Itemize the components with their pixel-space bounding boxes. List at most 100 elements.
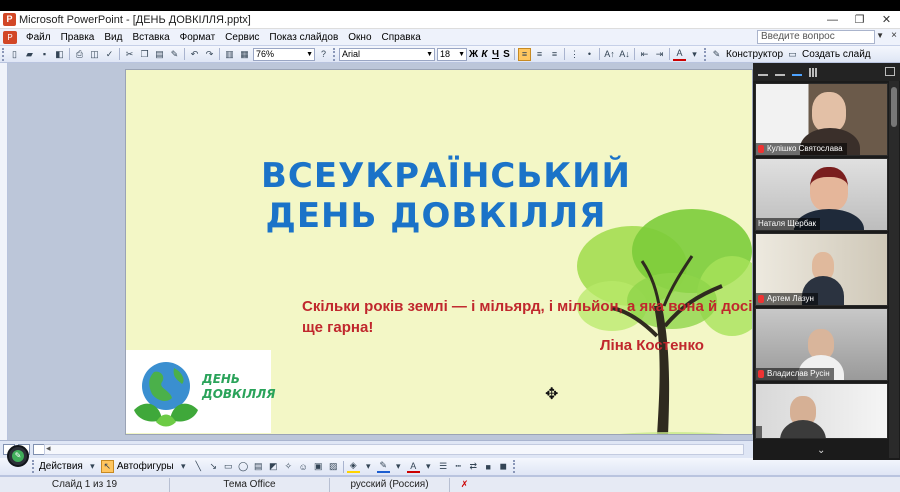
actions-menu[interactable]: Действия xyxy=(39,461,83,472)
paste-icon[interactable]: ▤ xyxy=(153,48,166,61)
menu-tools[interactable]: Сервис xyxy=(220,32,264,43)
designer-button[interactable]: Конструктор xyxy=(726,49,783,60)
chevron-down-icon[interactable]: ▾ xyxy=(362,460,375,473)
menu-insert[interactable]: Вставка xyxy=(127,32,174,43)
chevron-down-icon[interactable]: ▾ xyxy=(688,48,701,61)
font-size-select[interactable]: 18 ▼ xyxy=(437,47,467,61)
toolbar-grip[interactable] xyxy=(2,47,5,61)
redo-icon[interactable]: ↷ xyxy=(203,48,216,61)
menu-file[interactable]: Файл xyxy=(21,32,56,43)
increase-indent-icon[interactable]: ⇥ xyxy=(653,48,666,61)
decrease-font-icon[interactable]: A↓ xyxy=(618,48,631,61)
font-color-icon[interactable]: A xyxy=(406,460,420,473)
spelling-icon[interactable]: ✓ xyxy=(103,48,116,61)
chevron-down-icon[interactable]: ▾ xyxy=(392,460,405,473)
wordart-icon[interactable]: ◩ xyxy=(267,460,280,473)
active-speaker-icon[interactable] xyxy=(775,68,785,76)
menu-window[interactable]: Окно xyxy=(343,32,376,43)
autoshapes-menu[interactable]: Автофигуры xyxy=(117,461,174,472)
picture-icon[interactable]: ▣ xyxy=(312,460,325,473)
bold-button[interactable]: Ж xyxy=(468,49,479,60)
toolbar-grip[interactable] xyxy=(32,460,35,473)
help-icon[interactable]: ? xyxy=(317,48,330,61)
shadow-style-icon[interactable]: ■ xyxy=(482,460,495,473)
line-style-icon[interactable]: ☰ xyxy=(437,460,450,473)
chevron-down-icon[interactable]: ▾ xyxy=(177,460,190,473)
picture-icon-2[interactable]: ▨ xyxy=(327,460,340,473)
annotation-pen-button[interactable]: ✎ xyxy=(7,445,29,467)
slide-quote-author[interactable]: Ліна Костенко xyxy=(600,337,704,354)
italic-button[interactable]: К xyxy=(479,49,490,60)
minimize-button[interactable]: — xyxy=(819,11,846,29)
video-panel-scrollbar[interactable] xyxy=(889,81,899,458)
participant-tile[interactable]: Владислав Русін xyxy=(755,308,888,381)
dash-style-icon[interactable]: ┅ xyxy=(452,460,465,473)
horizontal-scrollbar[interactable] xyxy=(44,444,744,455)
align-center-icon[interactable]: ≡ xyxy=(533,48,546,61)
restore-button[interactable]: ❐ xyxy=(846,11,873,29)
menu-slideshow[interactable]: Показ слайдов xyxy=(264,32,343,43)
zoom-select[interactable]: 76% ▼ xyxy=(253,47,315,61)
participant-tile[interactable]: Наталя Щербак xyxy=(755,158,888,231)
numbering-icon[interactable]: ⋮ xyxy=(568,48,581,61)
cut-icon[interactable]: ✂ xyxy=(123,48,136,61)
chevron-down-icon[interactable]: ▾ xyxy=(422,460,435,473)
font-select[interactable]: Arial ▼ xyxy=(339,47,435,61)
slide-canvas[interactable]: ВСЕУКРАЇНСЬКИЙ ДЕНЬ ДОВКІЛЛЯ Скільки рок… xyxy=(125,69,753,435)
slide-editing-area[interactable]: ВСЕУКРАЇНСЬКИЙ ДЕНЬ ДОВКІЛЛЯ Скільки рок… xyxy=(8,63,753,440)
increase-font-icon[interactable]: A↑ xyxy=(603,48,616,61)
exit-fullscreen-icon[interactable] xyxy=(885,67,895,76)
toolbar-grip[interactable] xyxy=(512,460,516,473)
3d-style-icon[interactable]: ◼ xyxy=(497,460,510,473)
open-folder-icon[interactable]: ▰ xyxy=(23,48,36,61)
align-left-icon[interactable]: ≡ xyxy=(518,47,531,61)
textbox-icon[interactable]: ▤ xyxy=(252,460,265,473)
help-dropdown-icon[interactable]: ▼ xyxy=(876,31,884,40)
align-right-icon[interactable]: ≡ xyxy=(548,48,561,61)
arrow-style-icon[interactable]: ⇄ xyxy=(467,460,480,473)
menu-help[interactable]: Справка xyxy=(377,32,426,43)
print-icon[interactable]: ⎙ xyxy=(73,48,86,61)
document-close-icon[interactable]: × xyxy=(891,30,897,41)
save-icon[interactable]: ▪ xyxy=(38,48,51,61)
shadow-button[interactable]: S xyxy=(501,49,512,60)
bullets-icon[interactable]: • xyxy=(583,48,596,61)
slides-pane-collapsed[interactable] xyxy=(0,63,8,440)
document-icon[interactable]: P xyxy=(3,30,17,44)
slide-quote[interactable]: Скільки років землі — і мільярд, і мільй… xyxy=(302,296,752,338)
scrollbar-thumb[interactable] xyxy=(891,87,897,127)
menu-format[interactable]: Формат xyxy=(175,32,221,43)
format-painter-icon[interactable]: ✎ xyxy=(168,48,181,61)
select-objects-icon[interactable]: ↖ xyxy=(100,460,114,473)
new-file-icon[interactable]: ▯ xyxy=(8,48,21,61)
oval-icon[interactable]: ◯ xyxy=(237,460,250,473)
chevron-down-icon[interactable]: ▾ xyxy=(86,460,99,473)
line-color-icon[interactable]: ✎ xyxy=(376,460,390,473)
line-icon[interactable]: ╲ xyxy=(192,460,205,473)
minimize-video-icon[interactable] xyxy=(758,68,768,76)
menu-edit[interactable]: Правка xyxy=(56,32,100,43)
menu-view[interactable]: Вид xyxy=(99,32,127,43)
gallery-view-icon[interactable] xyxy=(809,67,818,77)
insert-table-icon[interactable]: ▦ xyxy=(238,48,251,61)
print-preview-icon[interactable]: ◫ xyxy=(88,48,101,61)
participant-tile[interactable]: Кулішко Святослава xyxy=(755,83,888,156)
undo-icon[interactable]: ↶ xyxy=(188,48,201,61)
diagram-icon[interactable]: ✧ xyxy=(282,460,295,473)
fill-color-icon[interactable]: ◈ xyxy=(346,460,360,473)
spellcheck-error-icon[interactable]: ✗ xyxy=(458,478,471,491)
new-slide-icon[interactable]: ▭ xyxy=(786,48,799,61)
copy-icon[interactable]: ❐ xyxy=(138,48,151,61)
underline-button[interactable]: Ч xyxy=(490,49,501,60)
permission-icon[interactable]: ◧ xyxy=(53,48,66,61)
participant-tile[interactable]: Артем Лазун xyxy=(755,233,888,306)
designer-icon[interactable]: ✎ xyxy=(710,48,723,61)
font-color-icon[interactable]: A xyxy=(673,48,686,61)
rectangle-icon[interactable]: ▭ xyxy=(222,460,235,473)
strip-view-icon[interactable] xyxy=(792,68,802,76)
clipart-icon[interactable]: ☺ xyxy=(297,460,310,473)
decrease-indent-icon[interactable]: ⇤ xyxy=(638,48,651,61)
new-slide-button[interactable]: Создать слайд xyxy=(802,49,871,60)
chevron-down-icon[interactable]: ⌄ xyxy=(817,445,825,456)
powerpoint-app-icon[interactable]: P xyxy=(3,13,16,26)
